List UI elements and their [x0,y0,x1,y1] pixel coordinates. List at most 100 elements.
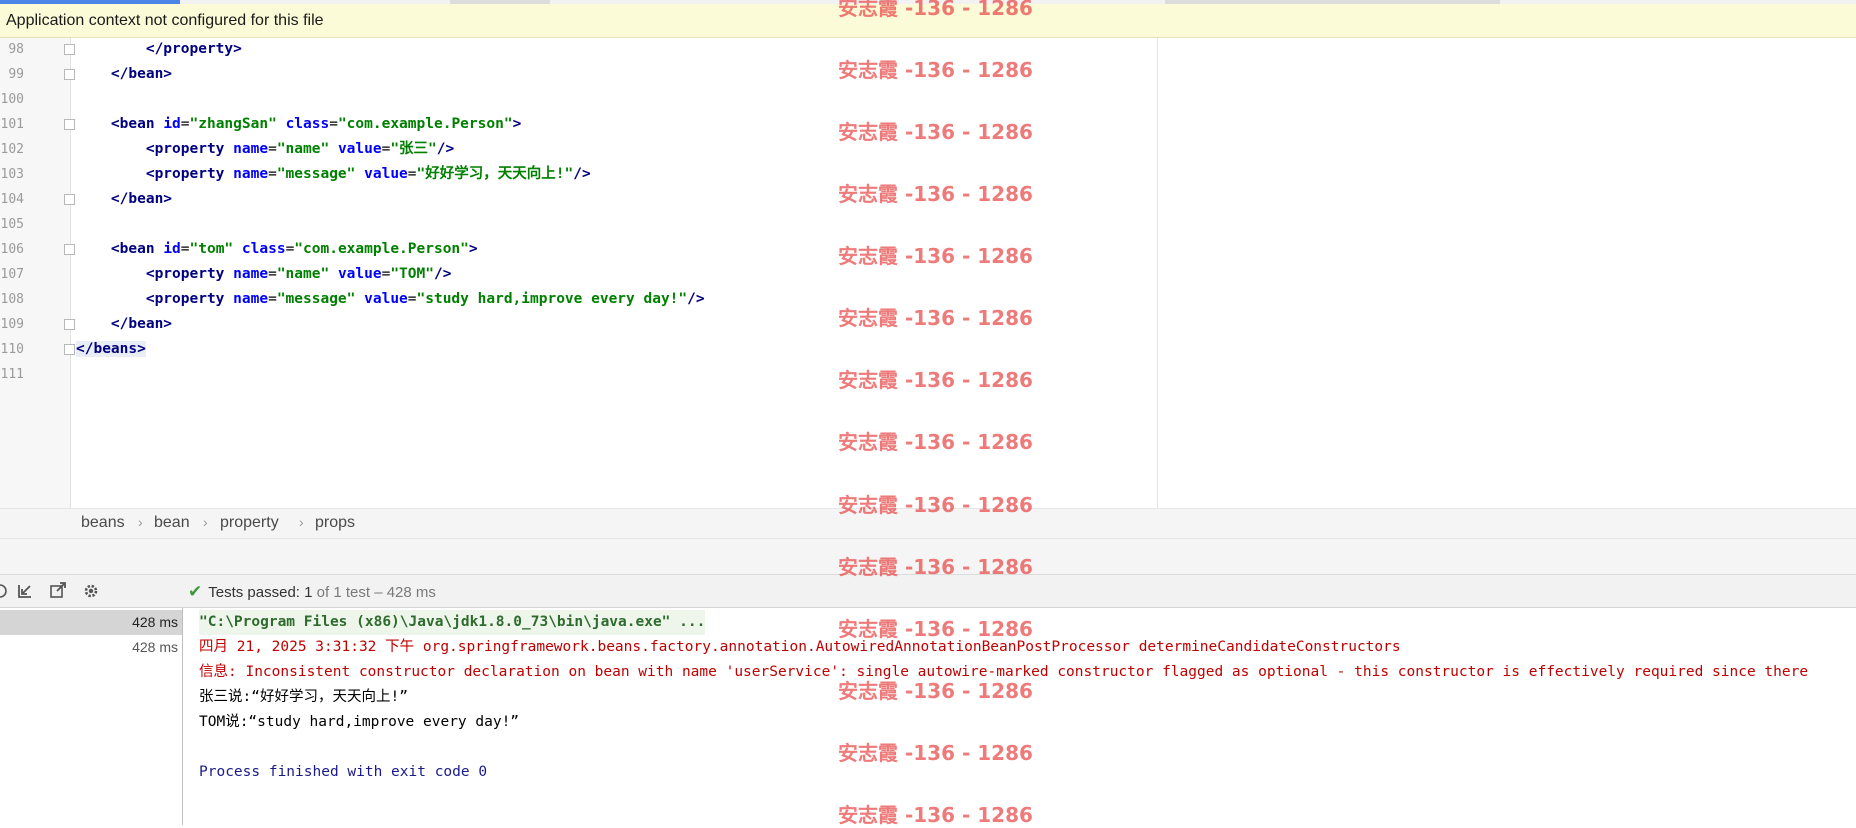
code-line: </beans> [76,337,146,362]
code-token: <property [145,141,234,157]
code-token: = [180,116,190,132]
fold-marker-icon[interactable] [64,319,75,330]
collapse-icon[interactable] [16,581,36,601]
code-token: "com.example.Person" [337,116,513,132]
code-token: value [364,291,408,307]
test-tree-row[interactable]: 428 ms [0,635,182,660]
code-token: = [407,291,417,307]
line-number: 98 [8,42,24,57]
code-token: = [268,166,277,182]
console-line: 信息: Inconsistent constructor declaration… [199,664,1809,680]
code-token: </beans> [76,341,146,357]
tests-summary: of 1 test – 428 ms [316,584,436,601]
line-number: 102 [0,142,24,157]
fold-marker-icon[interactable] [64,44,75,55]
code-token: = [407,166,417,182]
code-token: /> [433,266,452,282]
code-token: "张三" [390,141,437,157]
code-token: name [233,266,269,282]
code-token: /> [573,166,591,182]
code-token: "message" [276,166,356,182]
code-token: </bean> [110,66,173,82]
code-token: </bean> [110,316,173,332]
code-line: </bean> [76,187,172,212]
line-number: 100 [0,92,24,107]
code-token: > [512,116,522,132]
breadcrumb-item-beans[interactable]: beans [81,514,125,532]
code-token: "TOM" [390,266,434,282]
line-number: 110 [0,342,24,357]
code-line: </bean> [76,312,172,337]
line-number: 107 [0,267,24,282]
banner-message: Application context not configured for t… [6,12,324,29]
fold-marker-icon[interactable] [64,69,75,80]
code-token: > [468,241,478,257]
code-token: class [241,241,286,257]
line-number: 106 [0,242,24,257]
code-token: = [329,116,338,132]
code-token: class [285,116,330,132]
run-toolbar: ✔ Tests passed: 1 of 1 test – 428 ms [0,574,1856,608]
breadcrumb-item-bean[interactable]: bean [154,514,190,532]
code-token: = [180,241,190,257]
right-margin-guide [1157,38,1158,508]
fold-marker-icon[interactable] [64,194,75,205]
code-line: <property name="message" value="好好学习，天天向… [76,162,591,187]
code-token: "zhangSan" [189,116,277,132]
fold-marker-icon[interactable] [64,244,75,255]
tests-passed-label: Tests passed: [208,584,300,601]
code-token: = [285,241,295,257]
code-token: </bean> [110,191,173,207]
code-token: "name" [276,266,330,282]
line-number: 109 [0,317,24,332]
line-number: 101 [0,117,24,132]
code-line: <property name="name" value="TOM"/> [76,262,452,287]
test-tree-row[interactable]: 428 ms [0,610,182,635]
console-line: 四月 21, 2025 3:31:32 下午 org.springframewo… [199,639,1401,655]
fold-marker-icon[interactable] [64,344,75,355]
settings-gear-icon[interactable] [81,581,101,601]
code-token: "study hard,improve every day!" [416,291,688,307]
breadcrumb-separator: › [299,514,304,530]
code-line: </bean> [76,62,172,87]
check-icon: ✔ [188,582,203,601]
tests-passed-count: 1 [304,584,313,601]
code-token: <property [145,166,234,182]
code-token: value [337,266,382,282]
code-line: </property> [76,37,242,62]
console-line: Process finished with exit code 0 [199,764,488,780]
console-line: TOM说:“study hard,improve every day!” [199,714,520,730]
breadcrumb-separator: › [203,514,208,530]
fold-marker-icon[interactable] [64,119,75,130]
code-token: <bean [110,241,164,257]
code-token: "tom" [189,241,234,257]
code-token: name [233,166,269,182]
code-token: <property [145,291,234,307]
breadcrumb-item-props[interactable]: props [315,514,355,532]
code-token: = [268,291,277,307]
console-output[interactable]: "C:\Program Files (x86)\Java\jdk1.8.0_73… [183,608,1856,825]
line-number: 111 [0,367,24,382]
console-line: "C:\Program Files (x86)\Java\jdk1.8.0_73… [199,610,706,635]
breadcrumb-item-property[interactable]: property [220,514,279,532]
line-number: 99 [8,67,24,82]
code-editor[interactable]: 98 99 100 101 102 103 104 105 106 107 108 109 110 111… [0,38,1856,508]
code-line: <bean id="zhangSan" class="com.example.P… [76,112,521,137]
code-token: "name" [276,141,330,157]
run-panel-header [0,538,1856,574]
code-token: "message" [276,291,356,307]
context-warning-banner: Application context not configured for t… [0,4,1856,38]
line-number: 103 [0,167,24,182]
scroll-up-icon[interactable] [0,581,12,601]
code-token: name [233,141,269,157]
tests-status: ✔ Tests passed: 1 of 1 test – 428 ms [188,582,436,602]
line-number: 108 [0,292,24,307]
code-token: = [268,141,277,157]
export-icon[interactable] [48,581,68,601]
